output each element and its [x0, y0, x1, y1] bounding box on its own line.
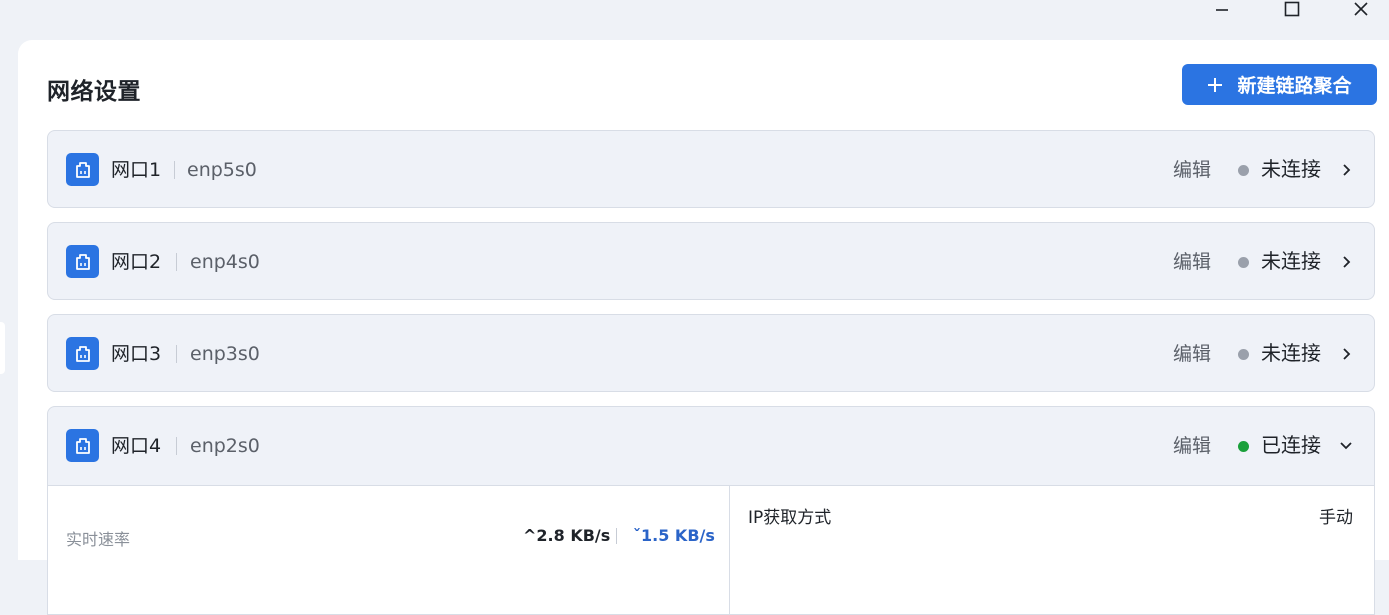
speed-label: 实时速率	[66, 530, 131, 549]
ip-method-value: 手动	[1319, 508, 1353, 528]
ethernet-port-icon	[66, 153, 99, 186]
status-dot	[1238, 257, 1249, 268]
port-name: 网口4	[111, 435, 162, 457]
separator	[616, 528, 617, 544]
port-interface: enp2s0	[190, 435, 260, 457]
status-dot	[1238, 349, 1249, 360]
port-interface: enp4s0	[190, 251, 260, 273]
port-row-2: 网口2 enp4s0 编辑 未连接	[47, 222, 1375, 300]
port-name: 网口3	[111, 343, 162, 365]
port-row-3: 网口3 enp3s0 编辑 未连接	[47, 314, 1375, 392]
chevron-right-icon[interactable]	[1337, 161, 1355, 179]
separator	[176, 437, 177, 455]
chevron-right-icon[interactable]	[1337, 345, 1355, 363]
maximize-icon	[1284, 1, 1300, 17]
detail-divider	[729, 486, 730, 614]
page-title: 网络设置	[47, 79, 141, 105]
port-interface: enp5s0	[187, 159, 257, 181]
window-controls	[1189, 0, 1389, 20]
status-text: 未连接	[1261, 249, 1321, 273]
port-interface: enp3s0	[190, 343, 260, 365]
download-speed: ˇ1.5 KB/s	[633, 526, 715, 545]
add-link-aggregation-button[interactable]: 新建链路聚合	[1182, 64, 1377, 105]
port-detail-panel: 实时速率 ^2.8 KB/s ˇ1.5 KB/s IP获取方式 手动	[47, 485, 1375, 615]
plus-icon	[1207, 77, 1223, 93]
edit-link[interactable]: 编辑	[1173, 433, 1211, 459]
close-icon	[1354, 2, 1368, 16]
separator	[176, 253, 177, 271]
edit-link[interactable]: 编辑	[1173, 157, 1211, 183]
port-name: 网口1	[111, 159, 162, 181]
port-header-1[interactable]: 网口1 enp5s0 编辑 未连接	[48, 131, 1374, 209]
port-header-4[interactable]: 网口4 enp2s0 编辑 已连接	[48, 407, 1374, 485]
port-name: 网口2	[111, 251, 162, 273]
status-dot	[1238, 441, 1249, 452]
maximize-button[interactable]	[1277, 0, 1307, 18]
separator	[176, 345, 177, 363]
port-header-3[interactable]: 网口3 enp3s0 编辑 未连接	[48, 315, 1374, 393]
ip-method-label: IP获取方式	[748, 508, 832, 528]
chevron-down-icon[interactable]	[1337, 437, 1355, 455]
port-row-1: 网口1 enp5s0 编辑 未连接	[47, 130, 1375, 208]
ethernet-port-icon	[66, 429, 99, 462]
status-dot	[1238, 165, 1249, 176]
ethernet-port-icon	[66, 245, 99, 278]
minimize-button[interactable]	[1207, 0, 1237, 18]
upload-speed: ^2.8 KB/s	[523, 526, 611, 545]
edit-link[interactable]: 编辑	[1173, 249, 1211, 275]
port-row-4: 网口4 enp2s0 编辑 已连接 实时速率 ^2.8 KB/s ˇ1.5 KB…	[47, 406, 1375, 615]
edit-link[interactable]: 编辑	[1173, 341, 1211, 367]
status-text: 未连接	[1261, 157, 1321, 181]
status-text: 未连接	[1261, 341, 1321, 365]
sidebar-edge-tab[interactable]	[0, 322, 5, 374]
add-button-label: 新建链路聚合	[1237, 75, 1352, 97]
ethernet-port-icon	[66, 337, 99, 370]
network-settings-panel: 网络设置 新建链路聚合 网口1 enp5s0 编辑 未连接 网口2 enp4s0…	[18, 40, 1389, 615]
close-button[interactable]	[1346, 0, 1376, 18]
separator	[174, 161, 175, 179]
minimize-icon	[1216, 9, 1228, 11]
status-text: 已连接	[1261, 433, 1321, 457]
chevron-right-icon[interactable]	[1337, 253, 1355, 271]
port-header-2[interactable]: 网口2 enp4s0 编辑 未连接	[48, 223, 1374, 301]
